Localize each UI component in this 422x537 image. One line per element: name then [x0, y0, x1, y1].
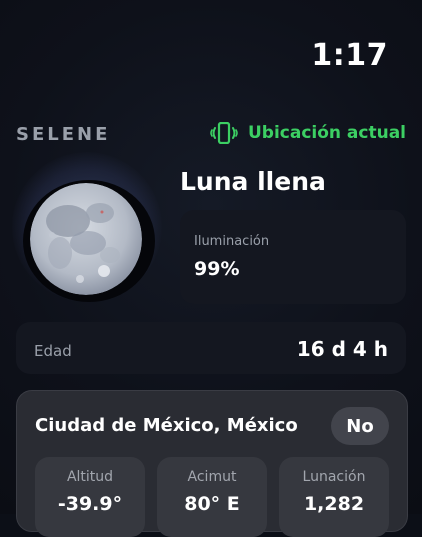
moon-image	[30, 183, 142, 295]
stat-value: 1,282	[303, 493, 365, 515]
age-card: Edad 16 d 4 h	[16, 322, 406, 374]
current-location-button[interactable]: Ubicación actual	[210, 122, 406, 144]
moon-phase-name: Luna llena	[180, 167, 326, 196]
stat-label: Acimut	[187, 469, 237, 485]
city-name: Ciudad de México, México	[35, 415, 298, 436]
stat-azimuth: Acimut 80° E	[157, 457, 267, 537]
stat-lunation: Lunación 1,282	[279, 457, 389, 537]
illumination-value: 99%	[194, 258, 240, 280]
age-value: 16 d 4 h	[296, 337, 388, 361]
stat-value: 80° E	[184, 493, 240, 515]
location-card: Ciudad de México, México No Altitud -39.…	[16, 390, 408, 537]
toggle-button[interactable]: No	[331, 407, 389, 445]
app-title: SELENE	[16, 124, 111, 145]
stat-altitude: Altitud -39.9°	[35, 457, 145, 537]
illumination-label: Iluminación	[194, 234, 270, 249]
watch-screen: 1:17 SELENE Ubicación actual Luna llena …	[0, 0, 422, 537]
stat-value: -39.9°	[57, 493, 123, 515]
phone-vibrate-icon	[210, 122, 238, 144]
illumination-card: Iluminación 99%	[180, 210, 406, 304]
location-label: Ubicación actual	[247, 123, 406, 143]
stat-label: Altitud	[66, 469, 114, 485]
status-time: 1:17	[311, 38, 388, 73]
age-label: Edad	[34, 342, 72, 360]
stat-label: Lunación	[302, 469, 366, 485]
